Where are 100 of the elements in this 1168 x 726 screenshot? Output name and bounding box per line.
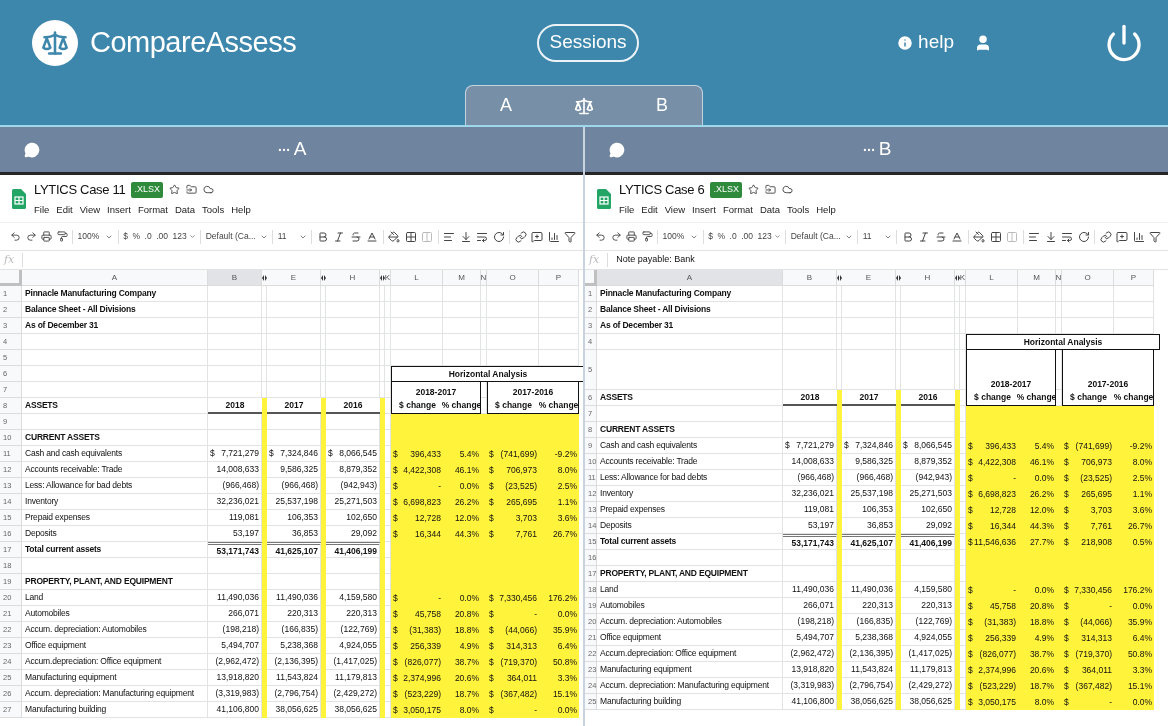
cell-value: 2.5% — [1132, 473, 1152, 483]
cell-text: Prepaid expenses — [25, 513, 90, 522]
cell-value: 0.0% — [1034, 473, 1054, 483]
cell-value: 32,236,021 — [791, 489, 834, 498]
cell-value: - — [534, 609, 537, 619]
cell-value: 106,353 — [287, 513, 318, 522]
column-header[interactable]: A — [597, 270, 783, 286]
cell-text: Cash and cash equivalents — [25, 449, 123, 458]
cell-value: (966,468) — [797, 473, 834, 482]
cell-value: 25,537,198 — [850, 489, 893, 498]
cell-value: 314,313 — [506, 641, 537, 651]
currency-button[interactable]: $ — [123, 230, 128, 243]
help-link[interactable]: help — [896, 28, 954, 57]
column-header[interactable]: H — [901, 270, 955, 286]
menu-item[interactable]: Format — [722, 202, 753, 217]
column-header[interactable]: B — [783, 270, 837, 286]
increase-decimal-button[interactable]: .00 — [156, 230, 168, 243]
menu-item[interactable]: File — [34, 202, 50, 217]
decrease-decimal-button[interactable]: .0 — [144, 230, 152, 243]
column-header[interactable]: L — [391, 270, 443, 286]
document-title[interactable]: LYTICS Case 6 — [619, 180, 705, 200]
format-dropdown[interactable]: 123 — [172, 230, 196, 243]
column-header[interactable]: M — [1018, 270, 1056, 286]
column-header[interactable]: L — [966, 270, 1018, 286]
cell-text: Manufacturing equipment — [25, 673, 117, 682]
cell-value: 11,179,813 — [335, 673, 377, 682]
cell-value: 11,543,824 — [276, 673, 318, 682]
column-header[interactable]: O — [1062, 270, 1114, 286]
cell-value: 38.7% — [454, 657, 479, 667]
currency-sign: $ — [968, 521, 973, 531]
cell-value: (741,699) — [500, 449, 537, 459]
document-title[interactable]: LYTICS Case 11 — [34, 180, 126, 200]
cell-value: - — [1109, 601, 1112, 611]
percent-button[interactable]: % — [717, 230, 726, 243]
menu-item[interactable]: Data — [759, 202, 781, 217]
column-header[interactable]: M — [443, 270, 481, 286]
cell-value: 119,081 — [228, 513, 259, 522]
column-header[interactable]: H — [326, 270, 380, 286]
zoom-dropdown[interactable]: 100% — [77, 230, 114, 243]
cell-value: 36,853 — [867, 521, 893, 530]
menu-item[interactable]: File — [619, 202, 635, 217]
format-dropdown[interactable]: 123 — [757, 230, 781, 243]
column-header[interactable]: E — [267, 270, 321, 286]
cell-value: - — [1109, 697, 1112, 707]
cell-value: 15.1% — [552, 689, 577, 699]
percent-button[interactable]: % — [132, 230, 141, 243]
cell-value: 220,313 — [921, 601, 952, 610]
menu-item[interactable]: Help — [816, 202, 836, 217]
cell-value: 38,056,625 — [275, 705, 318, 714]
cell-value: (2,429,272) — [333, 689, 377, 698]
menu-item[interactable]: Edit — [56, 202, 73, 217]
zoom-dropdown[interactable]: 100% — [662, 230, 699, 243]
currency-sign: $ — [489, 497, 494, 507]
column-header[interactable]: B — [208, 270, 262, 286]
currency-sign: $ — [968, 633, 973, 643]
currency-sign: $ — [1064, 441, 1069, 451]
cell-value: 41,106,800 — [216, 705, 259, 714]
cell-value: (2,136,395) — [274, 657, 318, 666]
menu-item[interactable]: Help — [231, 202, 251, 217]
menu-item[interactable]: Tools — [787, 202, 810, 217]
column-heading: $ change — [399, 401, 436, 410]
menu-item[interactable]: Edit — [641, 202, 658, 217]
menu-item[interactable]: View — [79, 202, 101, 217]
currency-button[interactable]: $ — [708, 230, 713, 243]
decrease-decimal-button[interactable]: .0 — [729, 230, 737, 243]
column-header[interactable]: E — [842, 270, 896, 286]
sessions-button[interactable]: Sessions — [537, 23, 639, 62]
compare-tab[interactable]: B — [649, 92, 674, 119]
font-dropdown[interactable]: Default (Ca... — [205, 230, 268, 243]
cell-text: Accum. depreciation: Automobiles — [25, 625, 147, 634]
cell-text: Accum. depreciation: Manufacturing equipment — [600, 681, 769, 690]
menu-item[interactable]: Insert — [692, 202, 716, 217]
menu-item[interactable]: Insert — [107, 202, 131, 217]
cell-value: 41,106,800 — [791, 697, 834, 706]
font-size-dropdown[interactable]: 11 — [862, 230, 892, 243]
cell-value: 25,271,503 — [909, 489, 952, 498]
column-header[interactable]: P — [1114, 270, 1154, 286]
menu-item[interactable]: Format — [137, 202, 168, 217]
increase-decimal-button[interactable]: .00 — [741, 230, 753, 243]
cell-value: 26.7% — [1127, 521, 1152, 531]
currency-sign: $ — [393, 529, 398, 539]
cell-text: As of December 31 — [600, 321, 674, 330]
compare-tab[interactable]: A — [494, 92, 518, 119]
font-dropdown[interactable]: Default (Ca... — [790, 230, 853, 243]
cell-value: 20.8% — [1029, 601, 1054, 611]
cell-value: 44.3% — [1029, 521, 1054, 531]
font-size-dropdown[interactable]: 11 — [277, 230, 307, 243]
cell-value: -9.2% — [1129, 441, 1152, 451]
cell-value: 6.4% — [557, 641, 577, 651]
cell-value: 8,879,352 — [914, 457, 952, 466]
column-header[interactable]: O — [487, 270, 539, 286]
cell-value: 5,238,368 — [280, 641, 318, 650]
menu-item[interactable]: Tools — [202, 202, 225, 217]
menu-item[interactable]: View — [664, 202, 686, 217]
cell-value: 176.2% — [548, 593, 577, 603]
cell-text: Accum. depreciation: Manufacturing equipment — [25, 689, 194, 698]
column-header[interactable]: P — [539, 270, 579, 286]
column-header[interactable]: A — [22, 270, 208, 286]
formula-input[interactable]: Note payable: Bank — [616, 251, 1168, 269]
menu-item[interactable]: Data — [174, 202, 196, 217]
